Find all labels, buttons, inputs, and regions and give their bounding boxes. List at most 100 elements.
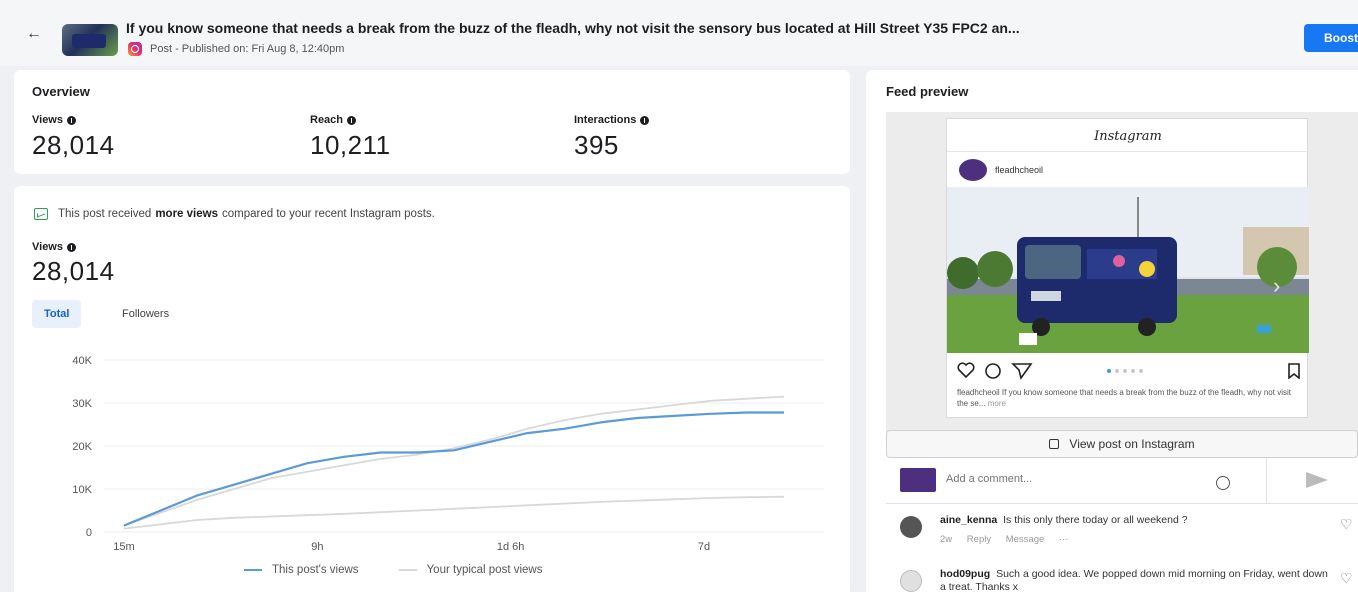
heart-icon <box>957 362 975 379</box>
reach-metric-label: Reach <box>310 114 357 126</box>
views-chart-label-text: Views <box>32 241 63 253</box>
feed-preview-card: Feed preview Instagram fleadhcheoil › fl… <box>866 70 1358 592</box>
views-label: Views <box>32 114 63 126</box>
caption-more-link[interactable]: more <box>988 399 1006 408</box>
post-meta: Post - Published on: Fri Aug 8, 12:40pm <box>128 41 344 57</box>
commenter-avatar <box>900 516 922 538</box>
sensory-bus-photo: › <box>947 187 1309 353</box>
interactions-label: Interactions <box>574 114 637 126</box>
comment-age: 2w <box>940 534 953 545</box>
like-heart-icon[interactable]: ♡ <box>1340 516 1353 533</box>
overview-card: Overview Views 28,014 Reach 10,211 Inter… <box>14 70 850 174</box>
reach-label: Reach <box>310 114 344 126</box>
legend-item-typical[interactable]: Your typical post views <box>398 564 543 576</box>
instagram-icon <box>128 42 142 56</box>
like-heart-icon[interactable]: ♡ <box>1340 570 1353 587</box>
post-header: ← If you know someone that needs a break… <box>0 0 1358 66</box>
view-on-instagram-label: View post on Instagram <box>1069 437 1195 451</box>
carousel-dot <box>1107 369 1111 373</box>
send-icon[interactable] <box>1306 472 1328 488</box>
insight-banner: This post received more views compared t… <box>34 208 435 220</box>
carousel-dots <box>1107 369 1147 373</box>
info-icon[interactable] <box>67 242 76 252</box>
trend-chart-icon <box>34 208 48 220</box>
info-icon[interactable] <box>347 115 357 125</box>
instagram-post-preview: Instagram fleadhcheoil › fleadhcheoil If… <box>946 118 1309 418</box>
message-link[interactable]: Message <box>1006 534 1045 545</box>
comment-text: aine_kenna Is this only there today or a… <box>940 514 1330 527</box>
comment-meta: 2w Reply Message ··· <box>940 534 1080 545</box>
series-line-typical-baseline <box>123 495 785 530</box>
post-action-icons <box>957 362 1033 380</box>
caption-text: fleadhcheoil If you know someone that ne… <box>957 388 1291 408</box>
tab-total[interactable]: Total <box>32 300 82 328</box>
y-tick-label: 10K <box>72 484 92 496</box>
views-metric-label: Views <box>32 114 76 126</box>
views-chart-label: Views <box>32 241 76 253</box>
tab-followers[interactable]: Followers <box>110 300 181 328</box>
x-tick-label: 15m <box>113 541 134 553</box>
divider <box>947 151 1309 152</box>
insight-text-bold: more views <box>155 208 218 220</box>
post-caption: fleadhcheoil If you know someone that ne… <box>957 387 1303 409</box>
account-avatar <box>959 159 987 181</box>
reply-link[interactable]: Reply <box>967 534 991 545</box>
y-tick-label: 0 <box>86 527 92 539</box>
insight-text-pre: This post received <box>58 208 152 220</box>
info-icon[interactable] <box>67 115 76 125</box>
chart-legend: This post's views Your typical post view… <box>244 564 582 576</box>
post-thumbnail <box>62 24 118 56</box>
x-tick-label: 9h <box>311 541 323 553</box>
legend-swatch <box>244 569 262 571</box>
legend-item-this-post[interactable]: This post's views <box>244 564 359 576</box>
x-tick-label: 7d <box>698 541 710 553</box>
views-line-chart: 0 10K 20K 30K 40K 15m 9h 1d 6h 7d <box>72 355 824 553</box>
y-tick-label: 30K <box>72 398 92 410</box>
emoji-icon[interactable] <box>1216 476 1230 490</box>
post-photo: › <box>947 187 1309 353</box>
views-chart-value: 28,014 <box>32 256 115 286</box>
commenter-username[interactable]: hod09pug <box>940 568 990 580</box>
feed-preview-title: Feed preview <box>886 84 969 99</box>
y-tick-label: 20K <box>72 441 92 453</box>
view-on-instagram-button[interactable]: View post on Instagram <box>886 430 1358 458</box>
account-username: fleadhcheoil <box>995 165 1044 175</box>
divider <box>1266 458 1267 504</box>
back-arrow-icon[interactable]: ← <box>26 24 46 44</box>
carousel-dot <box>1131 369 1135 373</box>
carousel-dot <box>1123 369 1127 373</box>
svg-text:›: › <box>1273 273 1280 298</box>
add-comment-row <box>886 458 1358 504</box>
insight-text-post: compared to your recent Instagram posts. <box>221 208 435 220</box>
post-title: If you know someone that needs a break f… <box>126 20 1020 36</box>
comment-input[interactable] <box>946 468 1196 490</box>
share-icon <box>1011 363 1033 380</box>
interactions-metric-value: 395 <box>574 130 619 160</box>
views-chart-card: This post received more views compared t… <box>14 186 850 592</box>
commenter-username[interactable]: aine_kenna <box>940 514 997 526</box>
bookmark-icon[interactable] <box>1287 363 1301 379</box>
reach-metric-value: 10,211 <box>310 130 391 160</box>
commenter-avatar <box>900 570 922 592</box>
comment-body: Such a good idea. We popped down mid mor… <box>940 568 1328 592</box>
x-tick-label: 1d 6h <box>497 541 525 553</box>
carousel-dot <box>1139 369 1143 373</box>
post-published-date: Post - Published on: Fri Aug 8, 12:40pm <box>150 43 345 55</box>
legend-swatch <box>398 569 417 571</box>
legend-label: Your typical post views <box>426 564 543 576</box>
comment-icon <box>985 363 1001 379</box>
comment-body: Is this only there today or all weekend … <box>1003 514 1188 526</box>
overview-title: Overview <box>32 84 90 99</box>
y-tick-label: 40K <box>72 355 92 367</box>
boost-button[interactable]: Boost <box>1304 24 1358 52</box>
external-link-icon <box>1049 439 1060 449</box>
more-options-icon[interactable]: ··· <box>1059 534 1069 545</box>
info-icon[interactable] <box>640 115 650 125</box>
legend-label: This post's views <box>272 564 359 576</box>
page-avatar <box>900 468 936 492</box>
views-metric-value: 28,014 <box>32 130 115 160</box>
instagram-logo: Instagram <box>1094 129 1162 144</box>
interactions-metric-label: Interactions <box>574 114 650 126</box>
carousel-dot <box>1115 369 1119 373</box>
comment-text: hod09pug Such a good idea. We popped dow… <box>940 568 1330 592</box>
